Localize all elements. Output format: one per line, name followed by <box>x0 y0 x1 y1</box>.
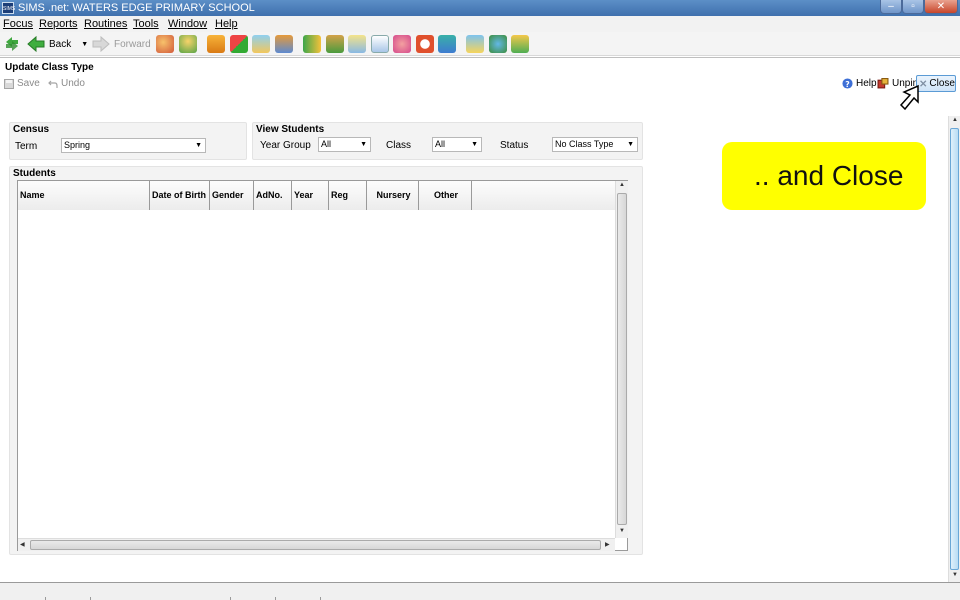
year-group-label: Year Group <box>260 140 311 151</box>
grid-vertical-thumb[interactable] <box>617 193 627 525</box>
save-button[interactable]: Save <box>4 78 40 89</box>
arrow-cursor-icon <box>899 84 919 111</box>
forward-label: Forward <box>114 38 151 50</box>
grid-horizontal-scrollbar[interactable]: ◀ ▶ <box>18 538 615 551</box>
toolbar: Back ▼ Forward <box>0 32 960 56</box>
forward-arrow-icon <box>92 35 110 53</box>
column-other[interactable]: Other <box>419 181 472 210</box>
page-scroll-down-icon[interactable]: ▼ <box>952 572 958 578</box>
grid-horizontal-thumb[interactable] <box>30 540 601 550</box>
status-value: No Class Type <box>555 139 614 149</box>
forward-button[interactable]: Forward <box>91 34 151 54</box>
menu-routines[interactable]: Routines <box>84 18 127 31</box>
column-reg[interactable]: Reg <box>329 181 367 210</box>
column-year[interactable]: Year <box>292 181 329 210</box>
column-blank <box>472 181 615 210</box>
sims-app-icon: SIMS <box>2 2 15 14</box>
contact-icon[interactable] <box>393 35 411 53</box>
back-button[interactable]: Back ▼ <box>26 34 88 54</box>
save-disk-icon <box>4 78 14 89</box>
window-close-button[interactable]: ✕ <box>924 0 958 14</box>
scroll-left-icon[interactable]: ◀ <box>20 541 25 548</box>
title-bar: SIMS SIMS .net: WATERS EDGE PRIMARY SCHO… <box>0 0 960 16</box>
help-label: Help <box>856 78 877 89</box>
undo-button[interactable]: Undo <box>48 78 85 89</box>
scroll-down-icon[interactable]: ▼ <box>619 528 625 534</box>
menu-help[interactable]: Help <box>215 18 238 31</box>
back-label: Back <box>49 38 72 50</box>
census-title: Census <box>13 124 50 135</box>
term-dropdown[interactable]: Spring ▼ <box>61 138 206 153</box>
status-bar <box>0 582 960 600</box>
scroll-right-icon[interactable]: ▶ <box>605 541 610 548</box>
windows-icon[interactable] <box>466 35 484 53</box>
class-dropdown[interactable]: All ▼ <box>432 137 482 152</box>
status-label: Status <box>500 140 529 151</box>
chart-book-icon[interactable] <box>303 35 321 53</box>
chevron-down-icon: ▼ <box>360 141 367 148</box>
students-grid[interactable]: Name Date of Birth Gender AdNo. Year Reg… <box>17 180 628 551</box>
undo-label: Undo <box>61 78 85 89</box>
unpin-icon <box>877 78 889 89</box>
menu-bar: Focus Reports Routines Tools Window Help <box>0 16 960 32</box>
back-arrow-icon <box>27 35 45 53</box>
back-dropdown-icon[interactable]: ▼ <box>81 41 88 48</box>
year-group-value: All <box>321 139 332 149</box>
notes-icon[interactable] <box>371 35 389 53</box>
window-title: SIMS .net: WATERS EDGE PRIMARY SCHOOL <box>18 2 255 14</box>
students-title: Students <box>13 168 56 179</box>
column-nursery[interactable]: Nursery <box>367 181 419 210</box>
students-icon[interactable] <box>156 35 174 53</box>
refresh-arrows-icon[interactable] <box>3 35 21 53</box>
help-button[interactable]: ? Help <box>842 78 877 89</box>
column-date-of-birth[interactable]: Date of Birth <box>150 181 210 210</box>
clock-icon[interactable] <box>416 35 434 53</box>
class-label: Class <box>386 140 412 151</box>
page-vertical-thumb[interactable] <box>950 128 959 570</box>
page-title: Update Class Type <box>5 62 94 73</box>
menu-reports[interactable]: Reports <box>39 18 78 31</box>
svg-text:?: ? <box>845 80 849 89</box>
column-gender[interactable]: Gender <box>210 181 254 210</box>
page-scroll-up-icon[interactable]: ▲ <box>952 117 958 123</box>
census-group: Census Term Spring ▼ <box>9 122 247 160</box>
chevron-down-icon: ▼ <box>471 141 478 148</box>
column-adno[interactable]: AdNo. <box>254 181 292 210</box>
scroll-up-icon[interactable]: ▲ <box>619 182 625 188</box>
term-value: Spring <box>64 140 91 150</box>
chevron-down-icon: ▼ <box>627 141 634 148</box>
year-group-dropdown[interactable]: All ▼ <box>318 137 371 152</box>
view-students-group: View Students Year Group All ▼ Class All… <box>252 122 643 160</box>
document-icon[interactable] <box>348 35 366 53</box>
view-students-title: View Students <box>256 124 325 135</box>
chevron-down-icon: ▼ <box>195 142 202 149</box>
status-dropdown[interactable]: No Class Type ▼ <box>552 137 638 152</box>
class-value: All <box>435 139 446 149</box>
help-question-icon: ? <box>842 78 853 89</box>
term-label: Term <box>15 141 38 152</box>
menu-window[interactable]: Window <box>168 18 207 31</box>
staff-icon[interactable] <box>275 35 293 53</box>
page-header: Update Class Type Save Undo ? Help Unpin <box>0 57 960 115</box>
instruction-callout: .. and Close <box>722 142 926 210</box>
folder-icon[interactable] <box>511 35 529 53</box>
person-icon[interactable] <box>179 35 197 53</box>
grid-vertical-scrollbar[interactable]: ▲ ▼ <box>615 181 628 538</box>
book-icon[interactable] <box>207 35 225 53</box>
grid-header: Name Date of Birth Gender AdNo. Year Reg… <box>18 181 615 210</box>
undo-icon <box>48 80 58 88</box>
envelope-icon[interactable] <box>252 35 270 53</box>
save-label: Save <box>17 78 40 89</box>
export-icon[interactable] <box>438 35 456 53</box>
minimize-button[interactable]: – <box>880 0 902 14</box>
maximize-button[interactable]: ▫ <box>902 0 924 14</box>
register-icon[interactable] <box>326 35 344 53</box>
globe-icon[interactable] <box>489 35 507 53</box>
menu-focus[interactable]: Focus <box>3 18 33 31</box>
column-name[interactable]: Name <box>18 181 150 210</box>
flag-icon[interactable] <box>230 35 248 53</box>
menu-tools[interactable]: Tools <box>133 18 159 31</box>
close-label: Close <box>929 78 955 89</box>
page-vertical-scrollbar[interactable]: ▲ ▼ <box>948 116 960 582</box>
